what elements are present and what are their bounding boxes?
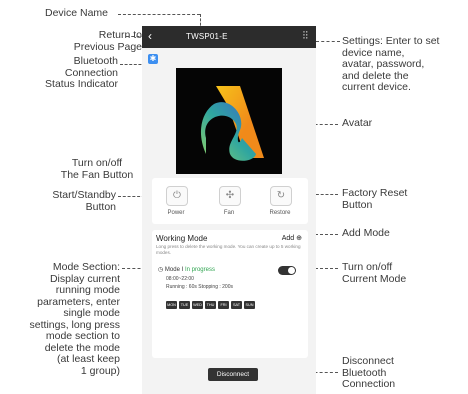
mode-toggle[interactable] <box>278 266 296 275</box>
device-title: TWSP01-E <box>186 32 228 41</box>
device-avatar[interactable] <box>176 68 282 174</box>
day-chip: SUN <box>244 301 255 309</box>
annotation-settings: Settings: Enter to set device name, avat… <box>342 35 440 93</box>
disconnect-button[interactable]: Disconnect <box>208 368 258 381</box>
power-label: Power <box>167 210 185 216</box>
add-mode-label: Add <box>281 235 295 242</box>
day-chip: THU <box>205 301 216 309</box>
mode-header: ◷ Mode I In progress <box>158 266 215 273</box>
mode-running-text: Running : 60s Stopping : 200s <box>166 284 233 290</box>
annotation-fan: Turn on/off The Fan Button <box>60 157 134 181</box>
power-button[interactable]: ⏻ <box>166 186 188 206</box>
annotation-disconnect: Disconnect Bluetooth Connection <box>342 355 396 390</box>
working-mode-title: Working Mode <box>156 234 208 243</box>
day-chip: MON <box>166 301 177 309</box>
back-button[interactable]: ‹ <box>148 29 152 43</box>
day-chip: FRI <box>218 301 229 309</box>
day-chip: WED <box>192 301 203 309</box>
clock-icon: ◷ <box>158 267 164 273</box>
add-mode-button[interactable]: Add ⊕ <box>282 234 302 242</box>
mode-name: Mode I <box>164 267 184 273</box>
annotation-add-mode: Add Mode <box>342 227 390 239</box>
mode-status: In progress <box>184 267 215 273</box>
avatar-logo-icon <box>200 86 264 161</box>
restore-label: Restore <box>269 210 291 216</box>
leader-settings <box>316 41 340 42</box>
annotation-device-name: Device Name <box>45 7 109 19</box>
fan-button[interactable]: ✣ <box>219 186 241 206</box>
mode-days: MON TUE WED THU FRI SAT SUN <box>166 293 257 311</box>
leader-device-name <box>118 14 200 15</box>
working-mode-hint: Long press to delete the working mode. Y… <box>156 244 301 255</box>
control-panel: ⏻ Power ✣ Fan ↻ Restore <box>152 178 308 224</box>
day-chip: TUE <box>179 301 190 309</box>
annotation-mode-section: Mode Section: Display current running mo… <box>29 261 120 377</box>
mode-time-range: 08:00~22:00 <box>166 276 194 282</box>
working-mode-section: Working Mode Add ⊕ Long press to delete … <box>152 230 308 358</box>
settings-button[interactable]: ⫶⫶ <box>303 30 309 43</box>
annotation-bluetooth: Bluetooth Connection Status Indicator <box>45 55 118 90</box>
annotation-start-standby: Start/Standby Button <box>52 189 116 213</box>
bluetooth-status-icon: ✱ <box>148 54 158 64</box>
phone-screen: ‹ TWSP01-E ⫶⫶ ✱ ⏻ Power ✣ Fan ↻ Restore … <box>142 26 316 394</box>
day-chip: SAT <box>231 301 242 309</box>
top-bar: ‹ TWSP01-E ⫶⫶ <box>142 26 316 48</box>
add-icon: ⊕ <box>296 235 302 242</box>
annotation-avatar: Avatar <box>342 117 373 129</box>
annotation-turn-current-mode: Turn on/off Current Mode <box>342 261 407 285</box>
annotation-factory-reset: Factory Reset Button <box>342 187 408 211</box>
annotation-return: Return to Previous Page <box>73 29 142 53</box>
restore-button[interactable]: ↻ <box>270 186 292 206</box>
fan-label: Fan <box>223 210 235 216</box>
